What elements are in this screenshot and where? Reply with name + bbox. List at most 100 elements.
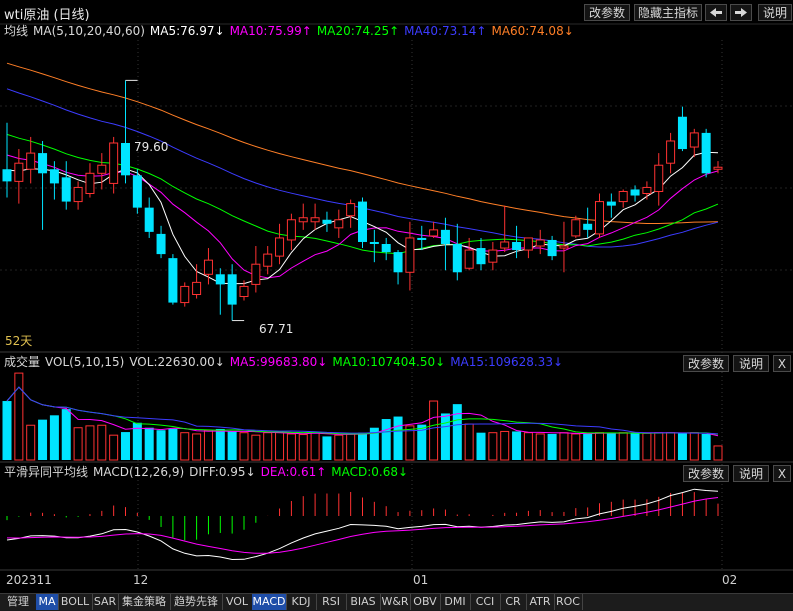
volume-bar [559,432,569,461]
candle-body [263,253,273,267]
volume-bar [452,404,462,460]
volume-bar [606,432,616,460]
volume-bar [666,432,676,461]
candle-body [73,186,83,203]
macd-edit-params-button[interactable]: 改参数 [683,465,729,482]
candle-body [452,244,462,273]
candle-body [298,217,308,223]
tab-obv[interactable]: OBV [410,594,441,610]
macd-help-button[interactable]: 说明 [733,465,769,482]
vol-name: 成交量 [4,355,41,369]
volume-bar [121,432,130,460]
candle-body [393,252,403,273]
candle-body [310,217,320,223]
date-label-dec: 12 [133,573,149,587]
tab-vol[interactable]: VOL [222,594,253,610]
indicator-tab-bar: 管理 MA BOLL SAR 集金策略 趋势先锋 VOL MACD KDJ RSI BIAS W&R O… [0,593,793,611]
tab-dmi[interactable]: DMI [440,594,471,610]
candle-body [618,190,628,203]
tab-cr[interactable]: CR [500,594,527,610]
volume-bar [689,432,699,461]
candle-body [606,201,616,206]
price-chart [0,23,793,571]
volume-bar [393,416,403,460]
volume-bar [310,431,320,461]
candle-body [97,164,107,174]
candle-body [500,241,510,249]
candle-body [26,152,36,170]
volume-bar [701,433,711,460]
date-label-feb: 02 [722,573,738,587]
tab-item-5[interactable]: 趋势先锋 [170,594,223,610]
candle-body [358,201,367,242]
volume-bar [547,433,557,460]
macd-close-button[interactable]: X [773,465,791,482]
candle-body [381,244,391,253]
tab-bias[interactable]: BIAS [346,594,381,610]
volume-ma15-line [6,386,719,435]
vol-close-button[interactable]: X [773,355,791,372]
candle-body [156,233,166,255]
macd-macd-value: MACD:0.68↓ [331,465,409,479]
volume-bar [38,419,48,460]
tab-kdj[interactable]: KDJ [286,594,317,610]
candle-body [49,169,59,184]
tab-w-r[interactable]: W&R [380,594,411,610]
candle-body [701,132,711,174]
candle-body [334,219,344,229]
candle-body [286,219,296,241]
candle-body [203,259,213,275]
candle-body [666,140,676,164]
candle-body [429,229,439,237]
macd-params: MACD(12,26,9) [93,465,185,479]
tab-atr[interactable]: ATR [526,594,555,610]
candle-body [121,143,130,176]
macd-diff-value: DIFF:0.95↓ [189,465,256,479]
vol-ma15-value: MA15:109628.33↓ [450,355,564,369]
candle-body [476,248,486,265]
vol-value: VOL:22630.00↓ [129,355,225,369]
tab-boll[interactable]: BOLL [58,594,93,610]
volume-bar [488,432,498,461]
volume-bar [322,436,332,460]
volume-bar [500,430,510,461]
days-label: 52天 [5,334,33,348]
volume-bar [168,428,178,460]
candle-body [440,229,450,244]
tab-roc[interactable]: ROC [554,594,583,610]
candle-body [654,164,664,192]
vol-help-button[interactable]: 说明 [733,355,769,372]
tab-item-0[interactable]: 管理 [0,594,37,610]
vol-edit-params-button[interactable]: 改参数 [683,355,729,372]
volume-bar [85,425,95,461]
volume-bar [583,433,593,460]
volume-bar [630,432,640,460]
volume-bar [535,433,545,461]
low-price-label: 67.71 [259,322,294,336]
volume-bar [109,434,119,461]
candle-body [369,241,379,244]
macd-dea-value: DEA:0.61↑ [260,465,327,479]
candle-body [109,142,119,184]
tab-cci[interactable]: CCI [470,594,501,610]
candle-body [535,239,545,247]
tab-item-4[interactable]: 集金策略 [118,594,171,610]
tab-macd[interactable]: MACD [252,594,287,610]
candle-body [571,219,581,237]
volume-bar [156,430,166,460]
candle-body [417,237,427,240]
tab-rsi[interactable]: RSI [316,594,347,610]
volume-bar [286,433,296,461]
tab-sar[interactable]: SAR [92,594,119,610]
vol-params: VOL(5,10,15) [45,355,125,369]
candle-body [2,169,12,182]
candle-body [595,201,604,235]
vol-ma5-value: MA5:99683.80↓ [229,355,328,369]
volume-bar [227,431,237,460]
candle-body [180,285,190,304]
volume-bar [144,427,154,460]
volume-bar [713,445,723,461]
tab-ma[interactable]: MA [36,594,59,610]
candle-body [713,166,723,170]
volume-bar [251,434,261,461]
